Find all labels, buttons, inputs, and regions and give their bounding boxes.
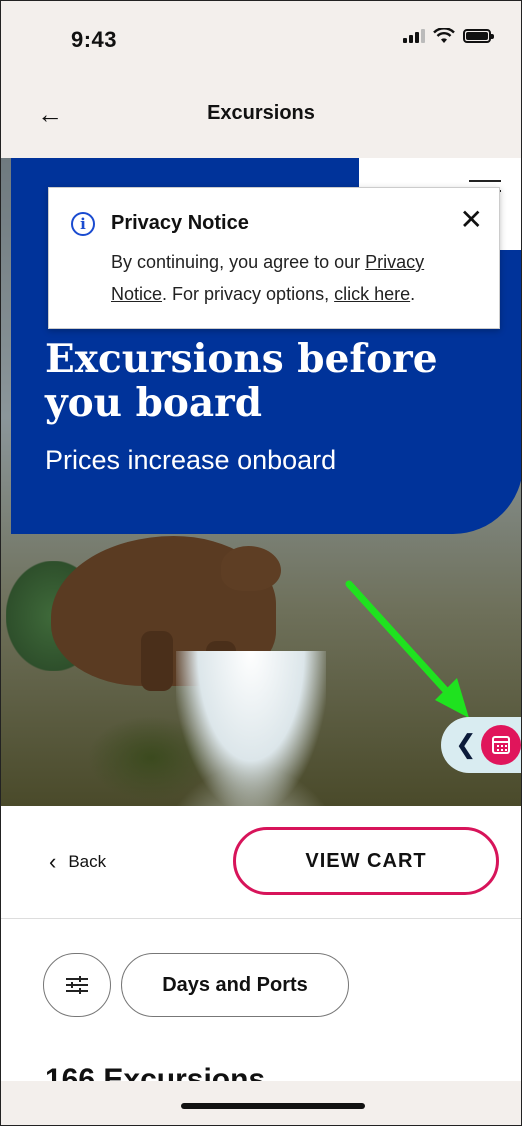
status-time: 9:43 (71, 27, 118, 52)
page-title: Excursions (207, 102, 315, 124)
wifi-icon (433, 28, 455, 43)
chevron-left-icon: ‹ (49, 849, 57, 874)
filter-sliders-icon (66, 976, 88, 994)
hero-bear-head (221, 546, 281, 591)
privacy-text-prefix: By continuing, you agree to our (111, 252, 366, 272)
app-screen: 9:43 ← Excursions Excursions before you … (0, 0, 522, 1126)
battery-icon (463, 29, 494, 43)
calendar-button[interactable] (481, 725, 521, 765)
floating-calendar-tab[interactable]: ❮ (441, 717, 521, 773)
days-and-ports-button[interactable]: Days and Ports (121, 953, 349, 1017)
signal-icon (403, 29, 425, 43)
privacy-text-suffix: . (410, 284, 416, 304)
privacy-text: By continuing, you agree to our Privacy … (111, 246, 481, 310)
chevron-left-icon[interactable]: ❮ (455, 729, 477, 759)
info-icon: i (71, 212, 95, 236)
filter-button[interactable] (43, 953, 111, 1017)
status-icons (403, 28, 494, 44)
close-icon[interactable]: ✕ (460, 206, 483, 234)
back-button[interactable]: ‹ Back (49, 849, 106, 875)
home-indicator[interactable] (181, 1103, 365, 1109)
hero-waterfall (176, 651, 326, 806)
hero-bear-leg (141, 631, 173, 691)
view-cart-button[interactable]: VIEW CART (233, 827, 499, 895)
hero-title: Excursions before you board (45, 336, 438, 426)
click-here-link[interactable]: click here (334, 284, 410, 304)
hero-subtitle: Prices increase onboard (45, 445, 337, 475)
header-area: 9:43 ← Excursions (1, 1, 521, 158)
privacy-title: Privacy Notice (111, 212, 249, 234)
annotation-arrow (345, 580, 469, 718)
calendar-icon (492, 736, 510, 754)
privacy-notice: i Privacy Notice ✕ By continuing, you ag… (48, 187, 500, 329)
divider (1, 918, 521, 919)
back-label: Back (68, 852, 107, 871)
home-bar-area (1, 1081, 521, 1125)
privacy-text-middle: . For privacy options, (162, 284, 335, 304)
